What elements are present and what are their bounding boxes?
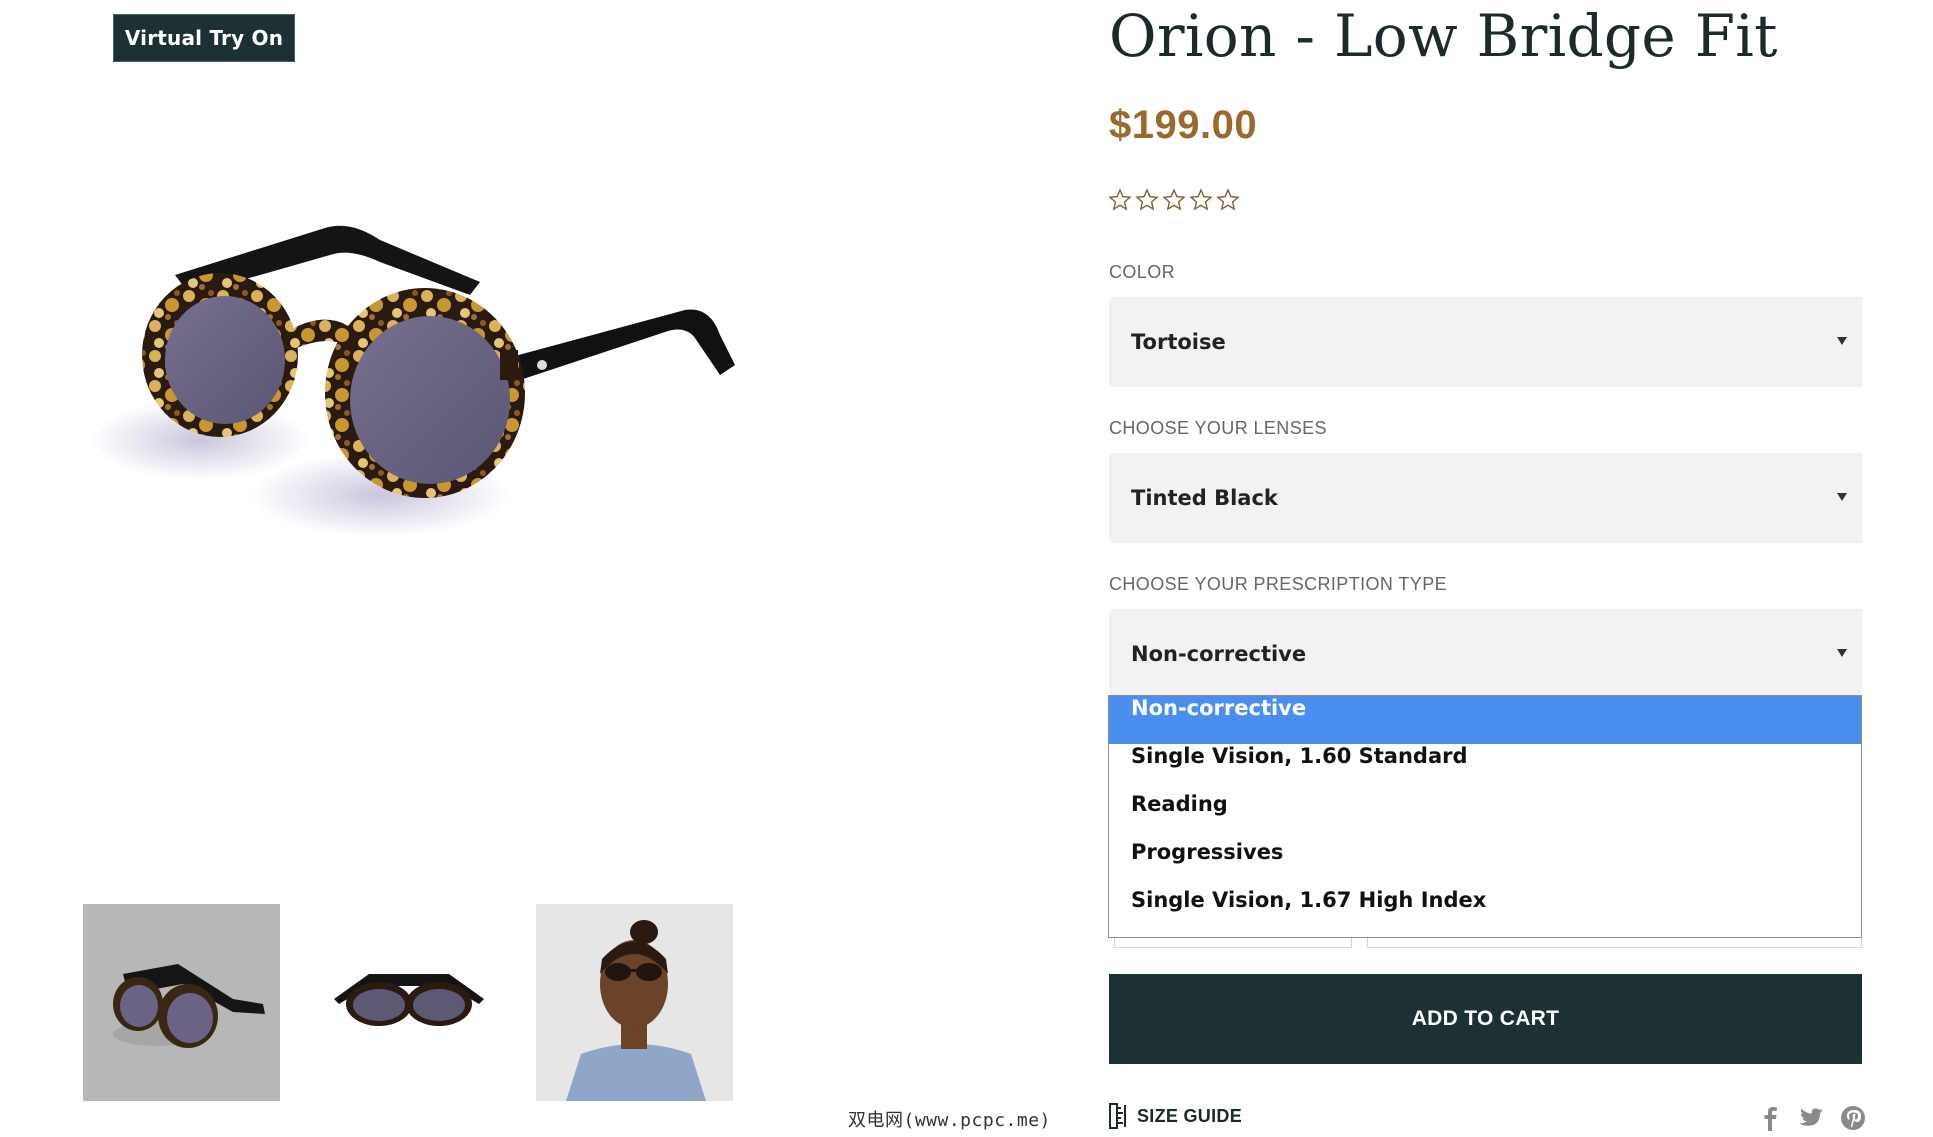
thumbnail-angle-view[interactable] bbox=[83, 904, 280, 1101]
product-price: $199.00 bbox=[1109, 103, 1258, 147]
color-select-value: Tortoise bbox=[1131, 330, 1226, 354]
lenses-label: CHOOSE YOUR LENSES bbox=[1109, 418, 1327, 438]
twitter-icon[interactable] bbox=[1797, 1104, 1825, 1132]
prescription-dropdown-list[interactable]: Non-corrective Single Vision, 1.60 Standa… bbox=[1108, 695, 1862, 938]
prescription-option[interactable]: Single Vision, 1.67 High Index bbox=[1109, 888, 1861, 936]
virtual-try-on-button[interactable]: Virtual Try On bbox=[113, 14, 295, 62]
prescription-label: CHOOSE YOUR PRESCRIPTION TYPE bbox=[1109, 574, 1447, 594]
ruler-icon bbox=[1109, 1103, 1126, 1129]
thumbnail-image bbox=[536, 904, 733, 1101]
thumbnail-image bbox=[334, 974, 484, 1026]
thumbnail-front-view[interactable] bbox=[309, 904, 506, 1101]
prescription-option[interactable]: Progressives bbox=[1109, 840, 1861, 888]
watermark-text: 双电网(www.pcpc.me) bbox=[848, 1110, 1051, 1131]
chevron-down-icon bbox=[1837, 649, 1847, 657]
size-guide-label: SIZE GUIDE bbox=[1137, 1105, 1243, 1126]
color-select[interactable]: Tortoise bbox=[1109, 297, 1862, 387]
prescription-select-value: Non-corrective bbox=[1131, 642, 1307, 666]
chevron-down-icon bbox=[1837, 493, 1847, 501]
sunglasses-illustration bbox=[90, 225, 735, 537]
thumbnail-image bbox=[113, 964, 265, 1048]
product-title: Orion - Low Bridge Fit bbox=[1109, 2, 1778, 70]
thumbnail-model-photo[interactable] bbox=[536, 904, 733, 1101]
prescription-option[interactable]: Reading bbox=[1109, 792, 1861, 840]
lenses-select[interactable]: Tinted Black bbox=[1109, 453, 1862, 543]
star-outline-icon[interactable] bbox=[1108, 188, 1132, 212]
star-outline-icon[interactable] bbox=[1189, 188, 1213, 212]
color-label: COLOR bbox=[1109, 262, 1176, 282]
size-guide-link[interactable]: SIZE GUIDE bbox=[1108, 1103, 1242, 1129]
facebook-icon[interactable] bbox=[1756, 1104, 1784, 1132]
chevron-down-icon bbox=[1837, 337, 1847, 345]
lenses-select-value: Tinted Black bbox=[1131, 486, 1278, 510]
rating-stars[interactable] bbox=[1108, 188, 1240, 212]
star-outline-icon[interactable] bbox=[1135, 188, 1159, 212]
prescription-option[interactable]: Single Vision, 1.60 Standard bbox=[1109, 744, 1861, 792]
prescription-option[interactable]: Non-corrective bbox=[1109, 696, 1861, 744]
star-outline-icon[interactable] bbox=[1162, 188, 1186, 212]
add-to-cart-button[interactable]: ADD TO CART bbox=[1109, 974, 1862, 1064]
main-product-image[interactable] bbox=[80, 110, 940, 770]
pinterest-icon[interactable] bbox=[1839, 1104, 1867, 1132]
star-outline-icon[interactable] bbox=[1216, 188, 1240, 212]
prescription-select[interactable]: Non-corrective bbox=[1109, 609, 1862, 699]
